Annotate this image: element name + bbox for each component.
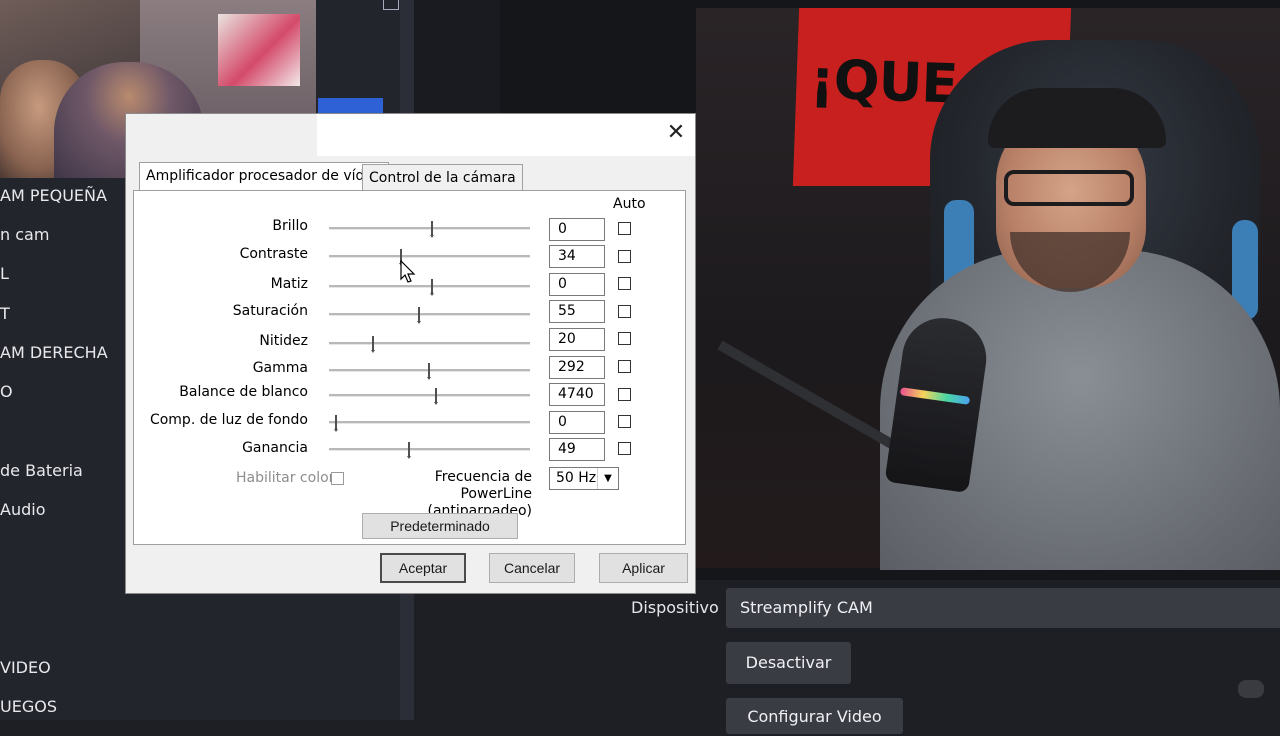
slider-thumb[interactable] <box>434 388 439 405</box>
brightness-auto-checkbox[interactable] <box>618 222 631 235</box>
powerline-label-line1: Frecuencia de PowerLine <box>434 469 532 502</box>
mouse-cursor-icon <box>400 260 416 283</box>
powerline-value: 50 Hz <box>556 470 597 486</box>
deactivate-button[interactable]: Desactivar <box>726 642 851 684</box>
wall-painting <box>218 14 300 86</box>
hue-label: Matiz <box>270 276 308 292</box>
close-icon[interactable]: ✕ <box>664 121 688 145</box>
contrast-label: Contraste <box>239 246 308 262</box>
cancel-button[interactable]: Cancelar <box>489 553 575 583</box>
powerline-select[interactable]: 50 Hz ▼ <box>549 467 619 490</box>
gain-label: Ganancia <box>242 440 308 456</box>
white-balance-label: Balance de blanco <box>179 384 308 400</box>
gamma-auto-checkbox[interactable] <box>618 360 631 373</box>
gamma-value[interactable]: 292 <box>549 356 605 379</box>
gain-auto-checkbox[interactable] <box>618 442 631 455</box>
sharpness-auto-checkbox[interactable] <box>618 332 631 345</box>
hue-value[interactable]: 0 <box>549 273 605 296</box>
sharpness-label: Nitidez <box>259 333 308 349</box>
white-balance-auto-checkbox[interactable] <box>618 388 631 401</box>
scene-item[interactable]: AM PEQUEÑA <box>0 186 107 205</box>
backlight-comp-label: Comp. de luz de fondo <box>149 412 308 428</box>
hue-slider[interactable] <box>329 277 530 297</box>
accept-button[interactable]: Aceptar <box>380 553 466 583</box>
tab-camera-control[interactable]: Control de la cámara <box>362 164 523 191</box>
scene-item[interactable]: UEGOS <box>0 697 57 716</box>
slider-thumb[interactable] <box>426 363 431 380</box>
dialog-titlebar <box>317 114 695 156</box>
scene-item[interactable]: O <box>0 382 13 401</box>
contrast-auto-checkbox[interactable] <box>618 250 631 263</box>
saturation-slider[interactable] <box>329 305 530 325</box>
default-button[interactable]: Predeterminado <box>362 513 518 539</box>
scene-item[interactable]: T <box>0 304 10 323</box>
backlight-comp-auto-checkbox[interactable] <box>618 415 631 428</box>
channel-watermark-icon <box>1238 680 1264 698</box>
tab-video-proc-amp[interactable]: Amplificador procesador de vídeo <box>139 162 389 192</box>
blue-button[interactable] <box>318 98 383 114</box>
slider-thumb[interactable] <box>416 307 421 324</box>
scene-item[interactable]: Audio <box>0 500 45 519</box>
gamma-label: Gamma <box>252 360 308 376</box>
brightness-value[interactable]: 0 <box>549 218 605 241</box>
hue-auto-checkbox[interactable] <box>618 277 631 290</box>
apply-button[interactable]: Aplicar <box>599 553 688 583</box>
scene-item[interactable]: L <box>0 264 9 283</box>
white-balance-value[interactable]: 4740 <box>549 383 605 406</box>
contrast-slider[interactable] <box>329 247 530 267</box>
color-enable-checkbox[interactable] <box>331 472 344 485</box>
sharpness-value[interactable]: 20 <box>549 328 605 351</box>
gain-slider[interactable] <box>329 440 530 460</box>
slider-thumb[interactable] <box>430 221 435 238</box>
scene-item[interactable]: VIDEO <box>0 658 51 677</box>
slider-thumb[interactable] <box>406 442 411 459</box>
scene-item[interactable]: de Bateria <box>0 461 83 480</box>
scene-item[interactable]: n cam <box>0 225 49 244</box>
auto-column-label: Auto <box>613 196 646 212</box>
device-label: Dispositivo <box>631 598 719 617</box>
streamer-cap <box>988 88 1166 148</box>
sharpness-slider[interactable] <box>329 334 530 354</box>
restore-icon[interactable] <box>383 0 399 10</box>
slider-thumb[interactable] <box>371 336 376 353</box>
brightness-slider[interactable] <box>329 219 530 239</box>
streamer-glasses <box>1004 170 1134 206</box>
slider-thumb[interactable] <box>430 279 435 296</box>
color-enable-label: Habilitar color <box>236 470 335 486</box>
dropdown-arrow-icon[interactable]: ▼ <box>597 468 618 489</box>
white-balance-slider[interactable] <box>329 386 530 406</box>
brightness-label: Brillo <box>272 218 308 234</box>
configure-video-button[interactable]: Configurar Video <box>726 698 903 734</box>
scene-item[interactable]: AM DERECHA <box>0 343 108 362</box>
gain-value[interactable]: 49 <box>549 438 605 461</box>
saturation-value[interactable]: 55 <box>549 300 605 323</box>
saturation-label: Saturación <box>232 303 308 319</box>
gamma-slider[interactable] <box>329 361 530 381</box>
saturation-auto-checkbox[interactable] <box>618 305 631 318</box>
device-select[interactable]: Streamplify CAM <box>726 588 1280 628</box>
contrast-value[interactable]: 34 <box>549 245 605 268</box>
backlight-comp-slider[interactable] <box>329 413 530 433</box>
backlight-comp-value[interactable]: 0 <box>549 411 605 434</box>
slider-thumb[interactable] <box>333 415 338 432</box>
